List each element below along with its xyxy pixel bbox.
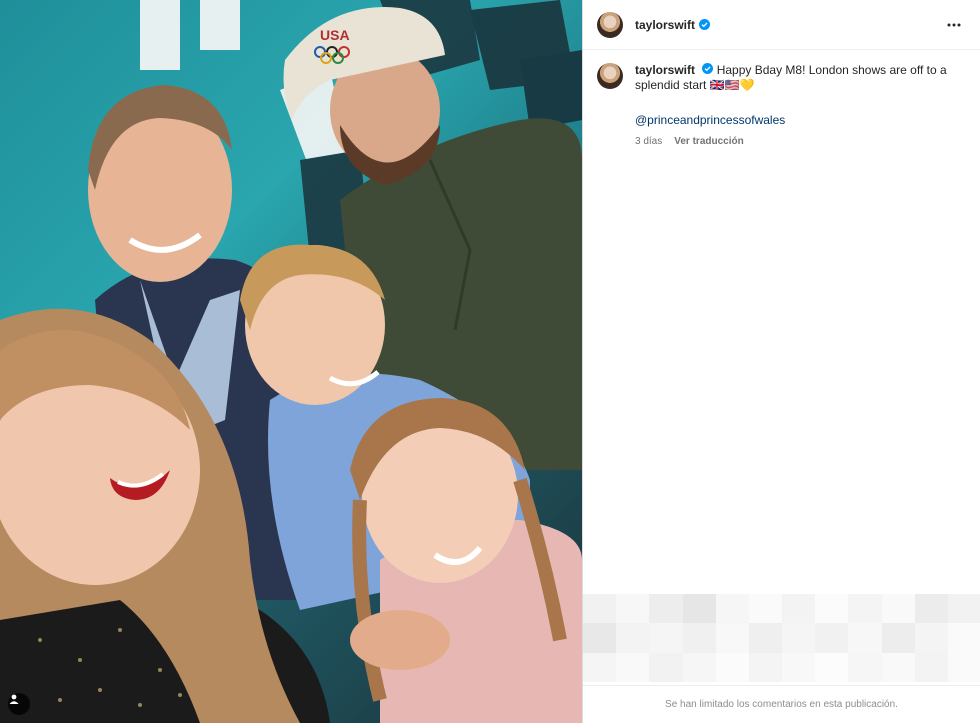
instagram-post: USA taylorswift taylorswift Happy Bday M… xyxy=(0,0,980,723)
time-ago[interactable]: 3 días xyxy=(635,134,662,149)
post-header: taylorswift xyxy=(583,0,980,50)
hand xyxy=(350,610,450,670)
comments-limited-notice: Se han limitado los comentarios en esta … xyxy=(583,685,980,723)
blurred-comment-area xyxy=(583,594,980,682)
more-horizontal-icon xyxy=(947,23,961,26)
verified-badge-icon xyxy=(699,19,711,30)
more-options-button[interactable] xyxy=(942,13,966,37)
header-username[interactable]: taylorswift xyxy=(635,18,695,32)
caption-username[interactable]: taylorswift xyxy=(635,63,695,77)
cap-text: USA xyxy=(320,27,350,43)
mention-link[interactable]: @princeandprincessofwales xyxy=(635,113,955,128)
post-photo[interactable]: USA xyxy=(0,0,582,723)
avatar[interactable] xyxy=(597,11,623,38)
caption-body: taylorswift Happy Bday M8! London shows … xyxy=(635,63,955,149)
post-side-panel: taylorswift taylorswift Happy Bday M8! L… xyxy=(582,0,980,723)
post-caption: taylorswift Happy Bday M8! London shows … xyxy=(583,50,980,149)
translate-button[interactable]: Ver traducción xyxy=(674,134,743,149)
user-tag-icon[interactable] xyxy=(8,693,30,715)
caption-avatar[interactable] xyxy=(597,63,623,89)
selfie-illustration: USA xyxy=(0,0,582,723)
caption-meta: 3 días Ver traducción xyxy=(635,134,955,149)
caption-verified-badge-icon xyxy=(702,63,714,74)
